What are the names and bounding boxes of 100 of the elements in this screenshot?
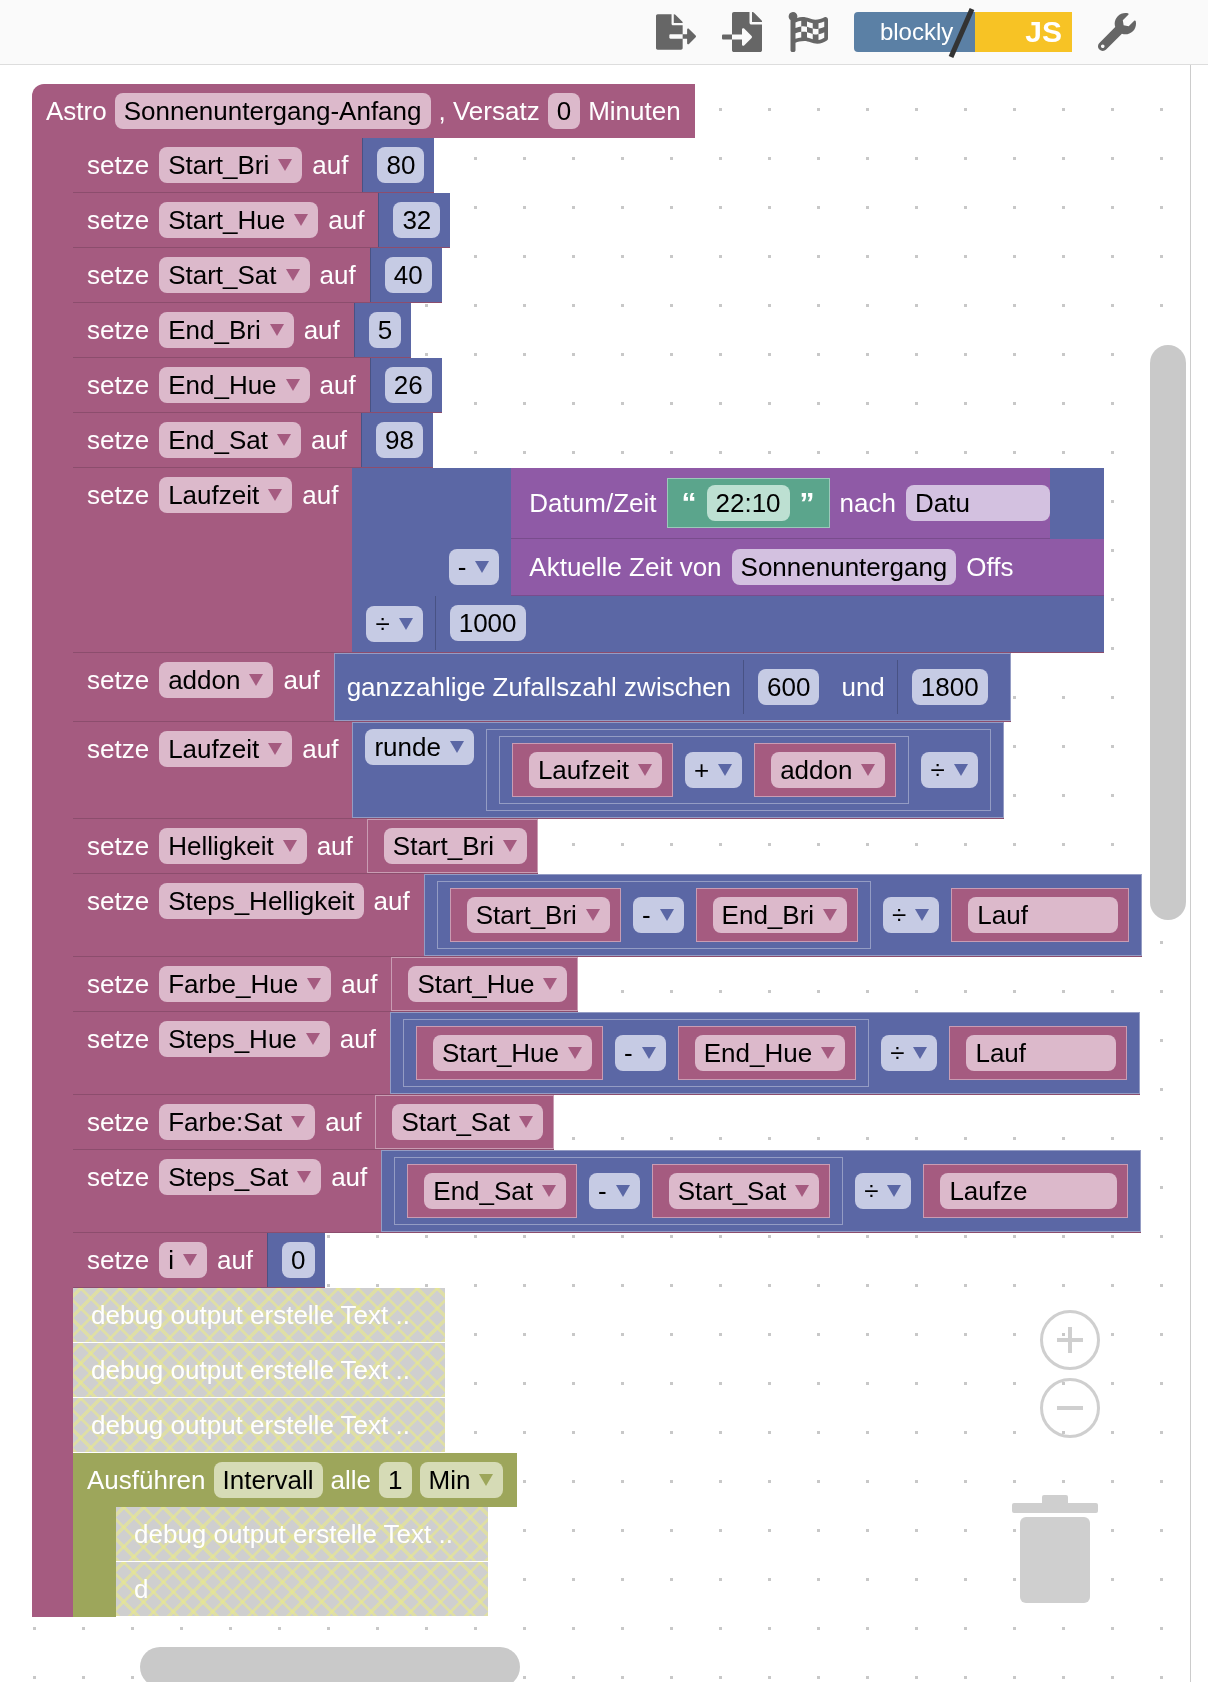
- dropdown-arrow-icon: [306, 977, 323, 991]
- block-label: setze: [87, 149, 150, 182]
- variable-dropdown[interactable]: Laufzeit: [159, 731, 293, 767]
- format-dropdown[interactable]: Datu: [905, 485, 1050, 521]
- block-label: auf: [328, 204, 365, 237]
- variable-dropdown[interactable]: Steps_Helligkeit: [159, 883, 364, 919]
- variable-dropdown[interactable]: Start_Hue: [432, 1035, 593, 1071]
- variable-dropdown[interactable]: Start_Bri: [466, 897, 610, 933]
- function-dropdown[interactable]: runde: [365, 729, 474, 765]
- sun-event-dropdown[interactable]: Sonnenuntergang: [731, 549, 957, 585]
- variable-dropdown[interactable]: i: [159, 1242, 207, 1278]
- variable-dropdown[interactable]: Start_Hue: [159, 202, 319, 238]
- block-label: setze: [87, 664, 150, 697]
- variable-dropdown[interactable]: End_Bri: [159, 312, 294, 348]
- operator-dropdown[interactable]: -: [448, 549, 500, 585]
- trash-icon[interactable]: [1012, 1495, 1098, 1605]
- variable-dropdown[interactable]: Laufze: [940, 1173, 1118, 1209]
- number-field[interactable]: 600: [758, 669, 820, 705]
- operator-dropdown[interactable]: ÷: [366, 606, 423, 642]
- quote-mark: ”: [799, 485, 815, 521]
- variable-dropdown[interactable]: Steps_Sat: [159, 1159, 322, 1195]
- variable-dropdown[interactable]: Laufzeit: [528, 752, 662, 788]
- operator-dropdown[interactable]: ÷: [921, 752, 978, 788]
- variable-dropdown[interactable]: Start_Sat: [392, 1104, 543, 1140]
- variable-dropdown[interactable]: Farbe_Hue: [159, 966, 332, 1002]
- variable-dropdown[interactable]: Lauf: [968, 897, 1118, 933]
- dropdown-arrow-icon: [474, 560, 491, 574]
- operator-dropdown[interactable]: ÷: [881, 1035, 938, 1071]
- debug-block: debug output erstelle Text ..: [73, 1288, 445, 1343]
- variable-dropdown[interactable]: Lauf: [966, 1035, 1117, 1071]
- variable-dropdown[interactable]: End_Hue: [159, 367, 310, 403]
- dropdown-arrow-icon: [614, 1184, 631, 1198]
- number-field[interactable]: 26: [384, 367, 432, 403]
- variable-dropdown[interactable]: End_Sat: [424, 1173, 567, 1209]
- variable-dropdown[interactable]: Start_Hue: [408, 966, 568, 1002]
- variable-dropdown[interactable]: Laufzeit: [159, 477, 293, 513]
- variable-dropdown[interactable]: Start_Bri: [159, 147, 303, 183]
- variable-dropdown[interactable]: addon: [159, 662, 274, 698]
- flag-icon[interactable]: [787, 12, 828, 52]
- dropdown-arrow-icon: [658, 908, 675, 922]
- text-field[interactable]: 22:10: [706, 485, 790, 521]
- unit-dropdown[interactable]: Min: [419, 1462, 504, 1498]
- number-field[interactable]: 98: [376, 422, 423, 458]
- dropdown-arrow-icon: [281, 839, 298, 853]
- number-field[interactable]: 5: [368, 312, 402, 348]
- operator-dropdown[interactable]: -: [615, 1035, 666, 1071]
- block-label: setze: [87, 830, 150, 863]
- minus-icon: [1057, 1406, 1083, 1410]
- operator-dropdown[interactable]: ÷: [883, 897, 940, 933]
- operator-dropdown[interactable]: -: [632, 897, 684, 933]
- logo-wordmark[interactable]: blockly: [853, 12, 976, 52]
- variable-dropdown[interactable]: End_Hue: [694, 1035, 846, 1071]
- variable-dropdown[interactable]: Start_Sat: [668, 1173, 820, 1209]
- block-label: Ausführen: [87, 1464, 206, 1497]
- zoom-in-button[interactable]: [1040, 1310, 1100, 1370]
- variable-dropdown[interactable]: End_Sat: [159, 422, 301, 458]
- mode-field[interactable]: Intervall: [213, 1462, 323, 1498]
- number-field[interactable]: 0: [547, 93, 581, 129]
- dropdown-arrow-icon: [267, 742, 284, 756]
- block-label: Aktuelle Zeit von: [529, 551, 722, 584]
- block-label: setze: [87, 1106, 150, 1139]
- block-label: auf: [302, 479, 339, 512]
- wrench-icon[interactable]: [1098, 13, 1136, 51]
- dropdown-arrow-icon: [275, 433, 292, 447]
- dropdown-arrow-icon: [293, 213, 310, 227]
- dropdown-arrow-icon: [501, 839, 518, 853]
- number-field[interactable]: 1800: [911, 669, 988, 705]
- import-icon[interactable]: [721, 12, 762, 52]
- variable-dropdown[interactable]: Start_Bri: [383, 828, 527, 864]
- dropdown-arrow-icon: [952, 763, 969, 777]
- dropdown-arrow-icon: [304, 1032, 321, 1046]
- vertical-scrollbar[interactable]: [1150, 345, 1186, 920]
- operator-dropdown[interactable]: +: [684, 752, 743, 788]
- block-label: auf: [283, 664, 320, 697]
- event-dropdown[interactable]: Sonnenuntergang-Anfang: [114, 93, 431, 129]
- block-label: setze: [87, 1161, 150, 1194]
- variable-dropdown[interactable]: End_Bri: [712, 897, 848, 933]
- dropdown-arrow-icon: [284, 268, 301, 282]
- dropdown-arrow-icon: [248, 673, 265, 687]
- export-icon[interactable]: [655, 12, 696, 52]
- number-field[interactable]: 80: [377, 147, 425, 183]
- horizontal-scrollbar[interactable]: [140, 1647, 520, 1682]
- operator-dropdown[interactable]: -: [589, 1173, 640, 1209]
- block-label: alle: [330, 1464, 372, 1497]
- zoom-out-button[interactable]: [1040, 1378, 1100, 1438]
- number-field[interactable]: 0: [282, 1242, 315, 1278]
- variable-dropdown[interactable]: Start_Sat: [159, 257, 310, 293]
- variable-dropdown[interactable]: addon: [771, 752, 886, 788]
- dropdown-arrow-icon: [914, 908, 931, 922]
- number-field[interactable]: 40: [384, 257, 432, 293]
- number-field[interactable]: 1000: [449, 605, 526, 641]
- number-field[interactable]: 1: [379, 1462, 412, 1498]
- block-label: auf: [312, 149, 349, 182]
- block-label: setze: [87, 259, 150, 292]
- number-field[interactable]: 32: [393, 202, 441, 238]
- dropdown-arrow-icon: [290, 1115, 307, 1129]
- operator-dropdown[interactable]: ÷: [855, 1173, 912, 1209]
- variable-dropdown[interactable]: Farbe:Sat: [159, 1104, 316, 1140]
- variable-dropdown[interactable]: Helligkeit: [159, 828, 307, 864]
- variable-dropdown[interactable]: Steps_Hue: [159, 1021, 330, 1057]
